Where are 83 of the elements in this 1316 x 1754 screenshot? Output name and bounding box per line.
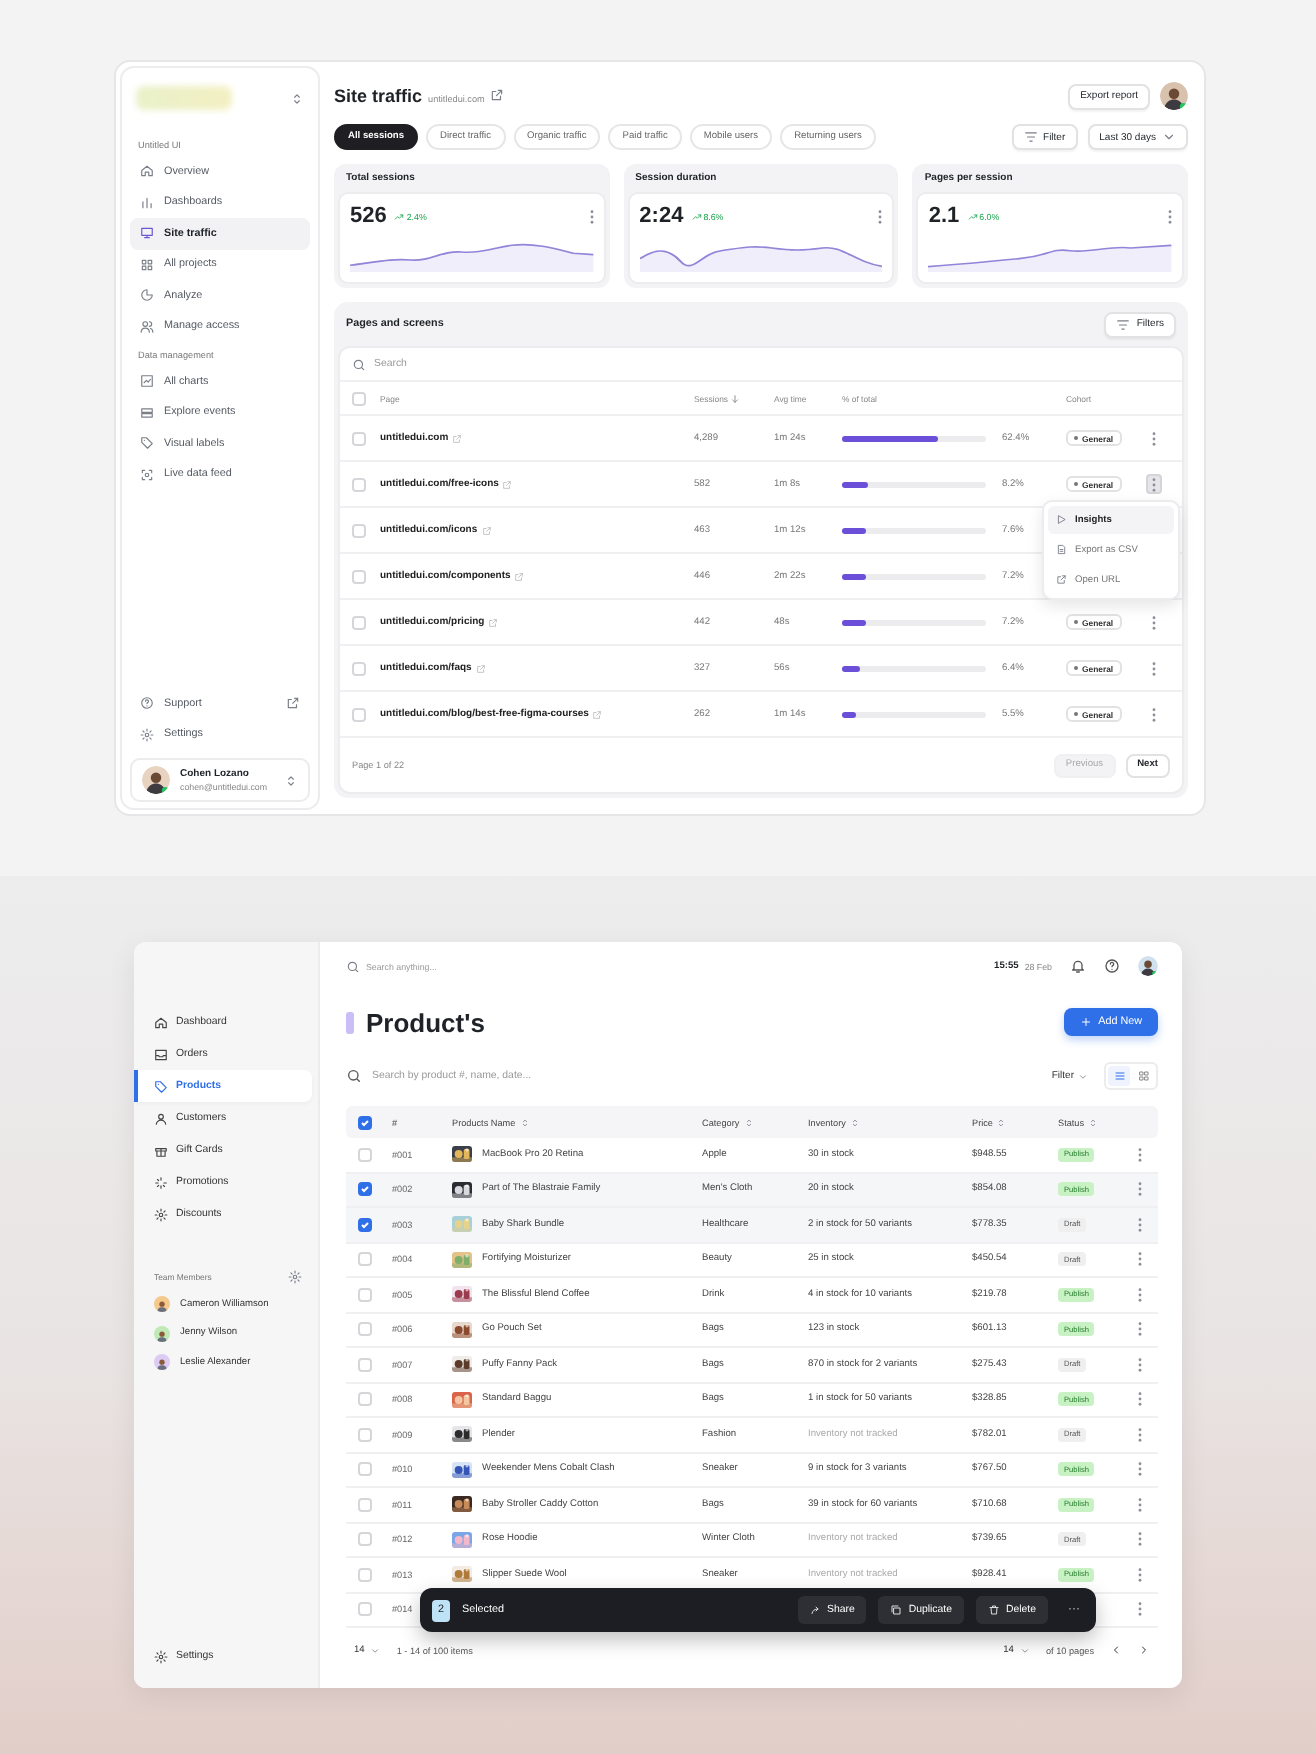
gear-icon — [154, 1207, 168, 1221]
inbox-icon — [154, 1047, 168, 1061]
bell-icon[interactable] — [1070, 958, 1086, 974]
home-icon — [140, 164, 154, 179]
tag-icon — [140, 436, 154, 451]
grid-icon — [140, 257, 154, 272]
tag-icon — [154, 1079, 168, 1093]
external-link-icon — [1056, 574, 1067, 586]
search-icon — [352, 357, 366, 371]
checkbox[interactable] — [358, 1217, 372, 1232]
page-title: Site traffic — [334, 86, 423, 106]
sort-icon — [996, 1117, 1007, 1127]
title-accent — [346, 1011, 354, 1033]
arrow-down-icon — [730, 393, 740, 403]
trend-up-icon — [394, 211, 405, 221]
list-icon — [1113, 1070, 1125, 1082]
sort-icon — [1088, 1117, 1099, 1127]
switcher-icon[interactable] — [284, 773, 298, 787]
more-icon — [878, 209, 883, 223]
play-icon — [1056, 514, 1067, 526]
chevron-down-icon — [1162, 130, 1176, 144]
trend-up-icon — [967, 211, 978, 221]
chevron-left-icon — [1110, 1644, 1122, 1656]
search-icon — [346, 1068, 362, 1084]
list-view-button[interactable] — [1108, 1066, 1130, 1086]
trash-icon — [988, 1604, 1000, 1616]
grid-icon — [1137, 1070, 1149, 1082]
external-link-icon — [502, 479, 513, 489]
external-link-icon — [481, 525, 492, 535]
external-link-icon — [286, 696, 300, 711]
help-icon[interactable] — [1104, 958, 1120, 974]
more-icon — [589, 209, 594, 223]
layers-icon — [140, 405, 154, 420]
chevron-down-icon — [1019, 1645, 1030, 1655]
settings-icon[interactable] — [288, 1269, 302, 1283]
checkbox[interactable] — [358, 1115, 372, 1129]
trend-up-icon — [691, 211, 702, 221]
row-menu-button[interactable] — [1146, 474, 1162, 494]
avatar[interactable] — [142, 766, 170, 794]
chevron-down-icon — [1078, 1071, 1088, 1081]
checkbox[interactable] — [358, 1182, 372, 1197]
sort-icon — [519, 1117, 530, 1127]
search-icon — [346, 959, 360, 973]
avatar[interactable] — [1138, 956, 1158, 976]
avatar[interactable] — [1160, 82, 1188, 110]
chevron-right-icon — [1138, 1644, 1150, 1656]
gift-icon — [154, 1143, 168, 1157]
user-icon — [154, 1111, 168, 1125]
metric-value: 2.1 — [928, 204, 960, 228]
more-icon — [1168, 209, 1173, 223]
external-link-icon — [490, 88, 505, 102]
external-link-icon — [488, 617, 499, 627]
settings-icon — [154, 1649, 168, 1663]
blurred-logo — [136, 86, 232, 110]
next-page-button[interactable] — [1138, 1644, 1150, 1656]
page-title: Product's — [366, 1007, 485, 1037]
filter-icon — [1023, 130, 1038, 144]
target-icon — [140, 467, 154, 482]
external-link-icon — [514, 571, 525, 581]
external-link-icon — [475, 663, 486, 673]
sort-icon — [743, 1117, 754, 1127]
metric-value: 526 — [350, 204, 387, 228]
sparkle-icon — [154, 1175, 168, 1189]
file-icon — [1056, 544, 1067, 556]
chevron-down-icon — [370, 1645, 381, 1655]
users-icon — [140, 319, 154, 334]
copy-icon — [890, 1604, 903, 1616]
plus-icon — [1080, 1016, 1093, 1028]
home-icon — [154, 1015, 168, 1029]
pie-chart-icon — [140, 288, 154, 303]
metric-value: 2:24 — [639, 204, 684, 228]
monitor-icon — [140, 226, 154, 241]
external-link-icon — [452, 433, 463, 443]
line-chart-icon — [140, 374, 154, 389]
switcher-icon[interactable] — [290, 91, 304, 105]
share-icon — [809, 1604, 822, 1616]
bar-chart-icon — [140, 195, 154, 210]
sort-icon — [849, 1117, 860, 1127]
settings-icon — [140, 727, 154, 742]
previous-page-button[interactable] — [1110, 1644, 1122, 1656]
filter-icon — [1116, 317, 1131, 331]
help-icon — [140, 696, 154, 711]
external-link-icon — [592, 709, 603, 719]
